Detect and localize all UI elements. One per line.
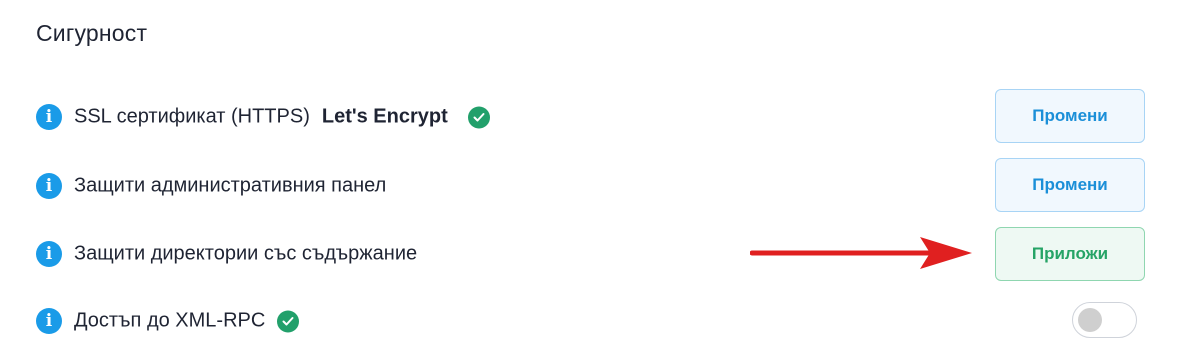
section-title: Сигурност xyxy=(36,20,148,46)
ssl-change-button[interactable]: Промени xyxy=(995,89,1145,143)
check-icon xyxy=(467,106,490,128)
info-icon[interactable]: i xyxy=(36,308,62,334)
info-icon[interactable]: i xyxy=(36,173,62,199)
content-dirs-label: Защити директории със съдържание xyxy=(74,242,418,265)
red-arrow-icon xyxy=(750,237,972,269)
xmlrpc-label: Достъп до XML-RPC xyxy=(74,309,266,332)
admin-panel-label: Защити административния панел xyxy=(74,174,387,197)
toggle-knob xyxy=(1078,308,1102,332)
check-icon xyxy=(277,310,300,332)
ssl-provider: Let's Encrypt xyxy=(321,105,448,128)
xmlrpc-toggle[interactable] xyxy=(1072,302,1137,338)
ssl-label: SSL сертификат (HTTPS) xyxy=(74,105,310,128)
row-xmlrpc: i Достъп до XML-RPC xyxy=(36,301,1180,341)
info-icon[interactable]: i xyxy=(36,241,62,267)
info-icon[interactable]: i xyxy=(36,104,62,130)
content-dirs-apply-button[interactable]: Приложи xyxy=(995,227,1145,281)
admin-panel-change-button[interactable]: Промени xyxy=(995,158,1145,212)
